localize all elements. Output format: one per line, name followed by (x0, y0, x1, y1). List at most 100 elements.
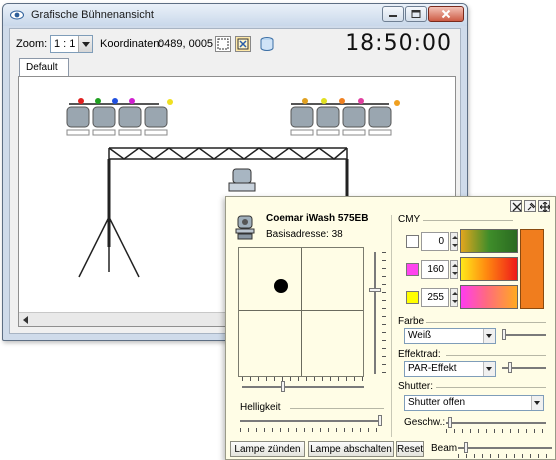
lamp-off-button[interactable]: Lampe abschalten (308, 441, 394, 457)
mixed-color-preview (520, 229, 544, 309)
coordinates-label: Koordinaten: (100, 38, 163, 50)
brightness-label: Helligkeit (240, 402, 281, 413)
close-panel-button[interactable] (510, 200, 522, 212)
left-fixture-bar (66, 98, 173, 136)
color-slider-track (502, 334, 546, 336)
tilt-slider-thumb[interactable] (369, 288, 381, 292)
reset-button[interactable]: Reset (396, 441, 424, 457)
pan-tilt-position-marker[interactable] (274, 279, 288, 293)
clock-display: 18:50:00 (345, 31, 452, 56)
move-icon (540, 202, 550, 212)
color-divider (426, 322, 546, 323)
moving-head-fixture (228, 168, 256, 192)
yellow-gradient[interactable] (460, 285, 518, 309)
cmy-divider (423, 220, 513, 221)
cyan-spinner[interactable] (450, 232, 458, 251)
database-button[interactable] (259, 36, 275, 52)
zoom-value: 1 : 1 (54, 38, 76, 50)
coordinates-value: 0489, 0005 (158, 38, 214, 50)
tilt-slider-ticks (382, 252, 386, 374)
brightness-divider (290, 408, 384, 409)
effect-wheel-select[interactable]: PAR-Effekt (404, 361, 496, 377)
beam-slider-track (458, 447, 552, 449)
speed-slider-track (446, 422, 546, 424)
color-slider[interactable] (502, 329, 546, 340)
cyan-gradient[interactable] (460, 229, 518, 253)
maximize-button[interactable] (405, 6, 427, 22)
pan-slider-ticks (242, 377, 364, 381)
pan-slider-track (242, 386, 364, 388)
fixture-control-panel: Coemar iWash 575EB Basisadresse: 38 Hell… (225, 196, 556, 460)
effect-wheel-label: Effektrad: (398, 349, 441, 360)
pan-tilt-pad[interactable] (238, 247, 364, 377)
chevron-down-icon (483, 329, 495, 343)
shutter-label: Shutter: (398, 381, 434, 392)
color-value: Weiß (408, 330, 432, 341)
select-frame-icon (217, 38, 229, 50)
pan-slider-thumb[interactable] (281, 381, 285, 392)
database-icon (260, 37, 274, 51)
effect-value: PAR-Effekt (408, 363, 457, 374)
effect-slider[interactable] (502, 362, 546, 373)
speed-label: Geschw.: (404, 417, 446, 428)
cmy-label: CMY (398, 214, 421, 225)
yellow-value: 255 (427, 292, 444, 303)
effect-divider (446, 355, 546, 356)
speed-slider-thumb[interactable] (448, 417, 452, 428)
close-icon (512, 202, 522, 212)
zoom-select[interactable]: 1 : 1 (50, 35, 93, 53)
minimize-button[interactable] (382, 6, 404, 22)
lamp-off-label: Lampe abschalten (310, 444, 392, 455)
grid-tool-button[interactable] (235, 36, 251, 52)
tilt-slider[interactable] (369, 252, 381, 374)
lamp-on-button[interactable]: Lampe zünden (230, 441, 305, 457)
magenta-swatch (406, 263, 419, 276)
title-bar[interactable]: Grafische Bühnenansicht (3, 4, 467, 26)
beam-slider[interactable] (458, 442, 552, 453)
scroll-left-icon[interactable] (23, 316, 28, 324)
cyan-value: 0 (438, 236, 444, 247)
select-tool-button[interactable] (215, 36, 231, 52)
brightness-slider[interactable] (240, 415, 382, 426)
beam-slider-thumb[interactable] (464, 442, 468, 453)
maximize-icon (411, 10, 421, 18)
move-panel-button[interactable] (538, 200, 550, 212)
chevron-down-icon (483, 362, 495, 376)
beam-label: Beam (431, 443, 458, 454)
close-button[interactable] (428, 6, 464, 22)
shutter-divider (436, 387, 546, 388)
pin-icon (527, 202, 536, 211)
magenta-gradient[interactable] (460, 257, 518, 281)
shutter-select[interactable]: Shutter offen (404, 395, 544, 411)
brightness-slider-track (240, 420, 382, 422)
column-divider (391, 215, 392, 437)
reset-label: Reset (397, 444, 424, 455)
tab-default[interactable]: Default (19, 58, 69, 76)
magenta-value-field[interactable]: 160 (421, 260, 449, 279)
eye-icon (10, 10, 24, 20)
magenta-spinner[interactable] (450, 260, 458, 279)
grid-select-icon (237, 38, 249, 50)
cyan-swatch (406, 235, 419, 248)
yellow-spinner[interactable] (450, 288, 458, 307)
brightness-ticks (240, 428, 382, 432)
cyan-value-field[interactable]: 0 (421, 232, 449, 251)
moving-head-icon (235, 215, 255, 240)
yellow-value-field[interactable]: 255 (421, 288, 449, 307)
speed-slider[interactable] (446, 417, 546, 428)
pad-vertical-axis (301, 248, 302, 376)
color-select[interactable]: Weiß (404, 328, 496, 344)
chevron-down-icon (78, 36, 92, 52)
beam-ticks (458, 454, 552, 458)
tab-default-label: Default (26, 62, 58, 73)
color-slider-thumb[interactable] (502, 329, 506, 340)
pin-panel-button[interactable] (524, 200, 536, 212)
brightness-slider-thumb[interactable] (378, 415, 382, 426)
yellow-swatch (406, 291, 419, 304)
lamp-on-label: Lampe zünden (234, 444, 301, 455)
chevron-down-icon (531, 396, 543, 410)
tilt-slider-track (374, 252, 376, 374)
speed-ticks (446, 429, 546, 433)
pan-slider[interactable] (242, 381, 364, 392)
effect-slider-thumb[interactable] (508, 362, 512, 373)
